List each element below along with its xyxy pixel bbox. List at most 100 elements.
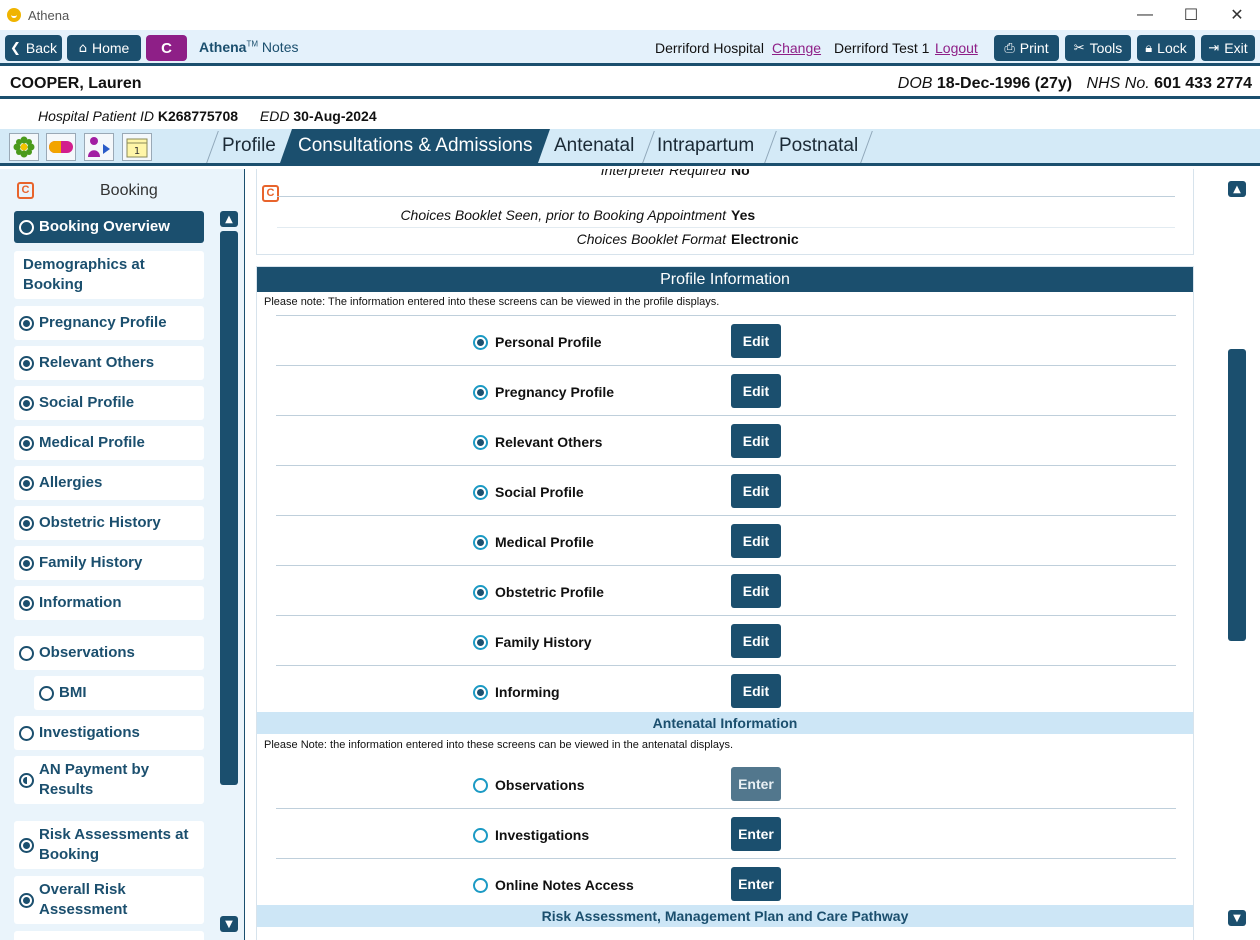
c-badge-icon[interactable]: C bbox=[17, 182, 34, 199]
sidebar-item-label: BMI bbox=[59, 684, 87, 701]
sidebar-item-demographics[interactable]: Demographics at Booking bbox=[14, 251, 204, 299]
calendar-notes-icon[interactable]: 1 bbox=[122, 133, 152, 161]
nhs-value: 601 433 2774 bbox=[1154, 75, 1252, 92]
sidebar-item-risk-assessments-at-booking[interactable]: Risk Assessments at Booking bbox=[14, 821, 204, 869]
sidebar-item-observations[interactable]: Observations bbox=[14, 636, 204, 670]
hospital-id-label: Hospital Patient ID bbox=[38, 108, 154, 124]
sidebar-item-information[interactable]: Information bbox=[14, 586, 204, 620]
tab-postnatal[interactable]: Postnatal bbox=[765, 129, 865, 163]
exit-button[interactable]: ⇥ Exit bbox=[1201, 35, 1255, 61]
back-button[interactable]: ❮ Back bbox=[5, 35, 62, 61]
divider bbox=[276, 415, 1176, 416]
patient-identifiers: DOB 18-Dec-1996 (27y) NHS No. 601 433 27… bbox=[898, 75, 1252, 93]
flower-icon[interactable] bbox=[9, 133, 39, 161]
social-profile-edit-button[interactable]: Edit bbox=[731, 474, 781, 508]
sidebar-item-allergies[interactable]: Allergies bbox=[14, 466, 204, 500]
main-scrollbar[interactable]: ▲ ▼ bbox=[1228, 181, 1246, 927]
home-button-label: Home bbox=[91, 40, 130, 56]
sidebar-item-an-payment-by-results[interactable]: AN Payment by Results bbox=[14, 756, 204, 804]
sidebar-item-label: Social Profile bbox=[39, 394, 135, 411]
tab-profile[interactable]: Profile bbox=[208, 129, 286, 163]
sidebar-item-pregnancy-profile[interactable]: Pregnancy Profile bbox=[14, 306, 204, 340]
pregnancy-profile-edit-button[interactable]: Edit bbox=[731, 374, 781, 408]
brand-trademark: TM bbox=[246, 39, 259, 49]
scroll-up-icon[interactable]: ▲ bbox=[220, 211, 238, 227]
sidebar-item-label: Relevant Others bbox=[39, 354, 155, 371]
woman-play-icon[interactable] bbox=[84, 133, 114, 161]
field-value: Electronic bbox=[731, 231, 799, 247]
booking-details-card: C Interpreter Required No Choices Bookle… bbox=[256, 169, 1194, 255]
divider bbox=[276, 365, 1176, 366]
scroll-down-icon[interactable]: ▼ bbox=[1228, 910, 1246, 926]
home-button[interactable]: ⌂ Home bbox=[67, 35, 141, 61]
tools-button[interactable]: ✂ Tools bbox=[1065, 35, 1131, 61]
logout-link[interactable]: Logout bbox=[935, 40, 978, 56]
sidebar-item-medical-profile[interactable]: Medical Profile bbox=[14, 426, 204, 460]
window-titlebar: Athena — ☐ ✕ bbox=[0, 0, 1260, 30]
sidebar-item-booking-overview[interactable]: Booking Overview bbox=[14, 211, 204, 243]
divider bbox=[276, 315, 1176, 316]
tools-icon: ✂ bbox=[1073, 40, 1085, 56]
online-notes-access-enter-button[interactable]: Enter bbox=[731, 867, 781, 901]
scroll-up-icon[interactable]: ▲ bbox=[1228, 181, 1246, 197]
informing-edit-button[interactable]: Edit bbox=[731, 674, 781, 708]
sidebar-item-relevant-others[interactable]: Relevant Others bbox=[14, 346, 204, 380]
sidebar-item-label: Family History bbox=[39, 554, 143, 571]
profile-information-section: Profile Information Please note: The inf… bbox=[256, 266, 1194, 940]
antenatal-note: Please Note: the information entered int… bbox=[264, 739, 734, 751]
close-icon[interactable]: ✕ bbox=[1214, 0, 1260, 30]
medical-profile-label: Medical Profile bbox=[495, 534, 594, 550]
sidebar-item-overall-risk-assessment[interactable]: Overall Risk Assessment bbox=[14, 876, 204, 924]
status-empty-icon bbox=[19, 645, 34, 661]
sidebar-scroll-thumb[interactable] bbox=[220, 231, 238, 785]
sidebar-item-label: AN Payment by Results bbox=[39, 761, 150, 798]
profile-note: Please note: The information entered int… bbox=[264, 296, 720, 308]
observations-enter-button[interactable]: Enter bbox=[731, 767, 781, 801]
family-history-edit-button[interactable]: Edit bbox=[731, 624, 781, 658]
divider bbox=[277, 227, 1175, 228]
relevant-others-edit-button[interactable]: Edit bbox=[731, 424, 781, 458]
hospital-name: Derriford Hospital bbox=[655, 40, 764, 56]
main-scroll-thumb[interactable] bbox=[1228, 349, 1246, 641]
c-button[interactable]: C bbox=[146, 35, 187, 61]
c-badge-icon[interactable]: C bbox=[262, 185, 279, 202]
main-toolbar: ❮ Back ⌂ Home C AthenaTM Notes Derriford… bbox=[0, 30, 1260, 66]
sidebar-item-label: Information bbox=[39, 594, 122, 611]
divider bbox=[276, 808, 1176, 809]
minimize-icon[interactable]: — bbox=[1122, 0, 1168, 30]
tab-intrapartum[interactable]: Intrapartum bbox=[643, 129, 768, 163]
tab-antenatal[interactable]: Antenatal bbox=[540, 129, 645, 163]
medical-profile-edit-button[interactable]: Edit bbox=[731, 524, 781, 558]
status-complete-icon bbox=[19, 395, 34, 411]
sidebar-item-social-profile[interactable]: Social Profile bbox=[14, 386, 204, 420]
change-hospital-link[interactable]: Change bbox=[772, 40, 821, 56]
status-complete-icon bbox=[19, 435, 34, 451]
nhs-label: NHS No. bbox=[1086, 75, 1150, 92]
print-button[interactable]: ⎙ Print bbox=[994, 35, 1059, 61]
obstetric-profile-status-icon bbox=[473, 585, 488, 600]
sidebar-scrollbar[interactable]: ▲ ▼ bbox=[220, 211, 238, 935]
obstetric-profile-edit-button[interactable]: Edit bbox=[731, 574, 781, 608]
sidebar-item-bmi[interactable]: BMI bbox=[34, 676, 204, 710]
brand-suffix: Notes bbox=[261, 39, 299, 55]
sidebar-item-label: Investigations bbox=[39, 724, 140, 741]
medication-pill-icon[interactable] bbox=[46, 133, 76, 161]
printer-icon: ⎙ bbox=[1004, 40, 1015, 56]
sidebar-item-family-history[interactable]: Family History bbox=[14, 546, 204, 580]
maximize-icon[interactable]: ☐ bbox=[1168, 0, 1214, 30]
sidebar-item-label: Medical Profile bbox=[39, 434, 145, 451]
sidebar-item-partial[interactable] bbox=[14, 931, 204, 940]
status-empty-icon bbox=[19, 725, 34, 741]
scroll-down-icon[interactable]: ▼ bbox=[220, 916, 238, 932]
personal-profile-label: Personal Profile bbox=[495, 334, 602, 350]
sidebar-item-investigations[interactable]: Investigations bbox=[14, 716, 204, 750]
lock-button[interactable]: 🔒︎ Lock bbox=[1137, 35, 1195, 61]
personal-profile-edit-button[interactable]: Edit bbox=[731, 324, 781, 358]
social-profile-status-icon bbox=[473, 485, 488, 500]
investigations-enter-button[interactable]: Enter bbox=[731, 817, 781, 851]
tab-consultations-admissions[interactable]: Consultations & Admissions bbox=[280, 129, 550, 163]
patient-name: COOPER, Lauren bbox=[10, 75, 142, 92]
sidebar-item-obstetric-history[interactable]: Obstetric History bbox=[14, 506, 204, 540]
user-name: Derriford Test 1 bbox=[834, 40, 930, 56]
patient-subinfo: Hospital Patient ID K268775708 EDD 30-Au… bbox=[38, 108, 395, 124]
